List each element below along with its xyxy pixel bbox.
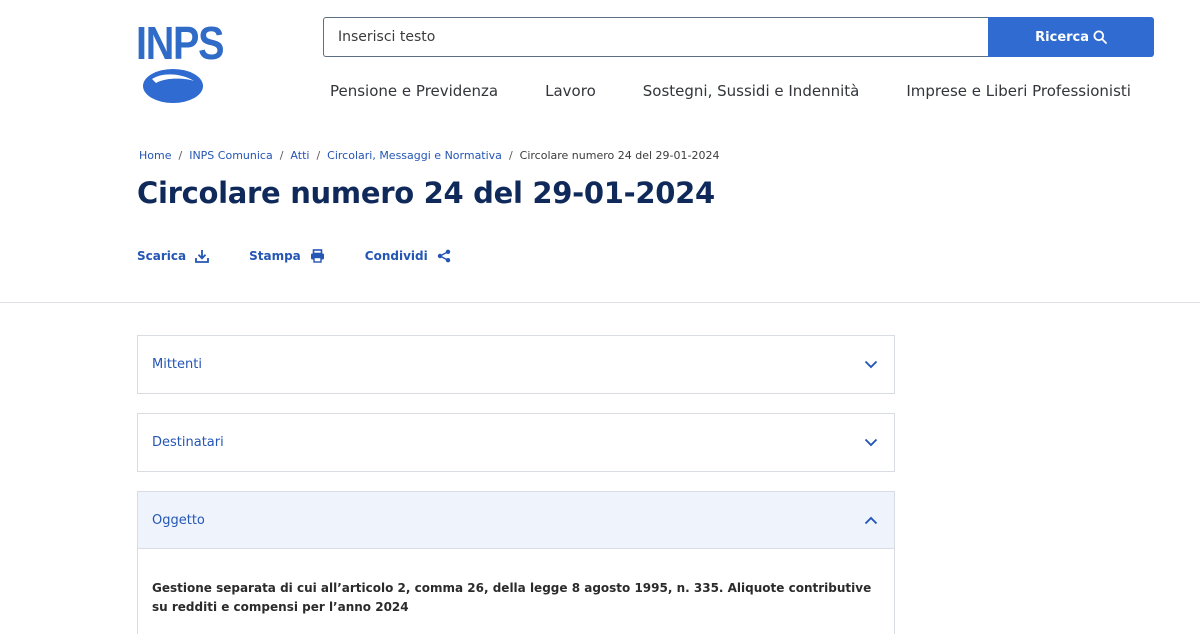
accordion-item-mittenti: Mittenti — [137, 335, 895, 394]
download-button[interactable]: Scarica — [137, 249, 210, 263]
download-icon — [195, 250, 210, 263]
breadcrumb-separator: / — [508, 149, 513, 162]
logo-text: INPS — [136, 17, 224, 69]
download-label: Scarica — [137, 249, 187, 263]
accordion: Mittenti Destinatari Oggetto Gestione se… — [137, 335, 895, 634]
breadcrumb-inps-comunica[interactable]: INPS Comunica — [189, 149, 273, 162]
page-title: Circolare numero 24 del 29-01-2024 — [137, 176, 715, 210]
nav-item-pensione[interactable]: Pensione e Previdenza — [330, 82, 498, 100]
share-label: Condividi — [364, 249, 428, 263]
chevron-down-icon — [864, 438, 878, 447]
accordion-header-oggetto[interactable]: Oggetto — [138, 492, 894, 549]
share-icon — [437, 249, 450, 263]
share-button[interactable]: Condividi — [365, 249, 451, 263]
inps-logo[interactable]: INPS — [136, 17, 224, 106]
nav-item-lavoro[interactable]: Lavoro — [545, 82, 596, 100]
breadcrumb-separator: / — [316, 149, 321, 162]
main-nav: Pensione e Previdenza Lavoro Sostegni, S… — [330, 82, 1131, 100]
breadcrumb-separator: / — [279, 149, 284, 162]
breadcrumb: Home / INPS Comunica / Atti / Circolari,… — [139, 149, 719, 162]
accordion-title: Mittenti — [152, 357, 202, 372]
search-button[interactable]: Ricerca — [988, 17, 1154, 57]
accordion-title: Oggetto — [152, 512, 205, 528]
nav-item-sostegni[interactable]: Sostegni, Sussidi e Indennità — [643, 82, 860, 100]
chevron-up-icon — [864, 516, 878, 524]
print-button[interactable]: Stampa — [249, 249, 325, 263]
breadcrumb-home[interactable]: Home — [139, 149, 171, 162]
accordion-body-oggetto: Gestione separata di cui all’articolo 2,… — [152, 581, 872, 614]
breadcrumb-atti[interactable]: Atti — [290, 149, 309, 162]
accordion-header-mittenti[interactable]: Mittenti — [138, 336, 894, 393]
search-bar: Ricerca — [323, 17, 1154, 57]
section-divider — [0, 302, 1200, 303]
breadcrumb-separator: / — [178, 149, 183, 162]
accordion-item-destinatari: Destinatari — [137, 413, 895, 472]
chevron-down-icon — [864, 360, 878, 369]
page-actions: Scarica Stampa Condividi — [137, 249, 491, 263]
search-button-label: Ricerca — [1035, 29, 1090, 45]
accordion-header-destinatari[interactable]: Destinatari — [138, 414, 894, 471]
breadcrumb-circolari[interactable]: Circolari, Messaggi e Normativa — [327, 149, 502, 162]
print-icon — [310, 249, 324, 263]
accordion-item-oggetto: Oggetto Gestione separata di cui all’art… — [137, 491, 895, 634]
breadcrumb-current: Circolare numero 24 del 29-01-2024 — [519, 149, 720, 162]
search-input[interactable] — [323, 17, 989, 57]
search-icon — [1093, 30, 1107, 44]
inps-logo-icon — [143, 69, 203, 103]
nav-item-imprese[interactable]: Imprese e Liberi Professionisti — [906, 82, 1131, 100]
print-label: Stampa — [249, 249, 301, 263]
accordion-title: Destinatari — [152, 435, 224, 450]
